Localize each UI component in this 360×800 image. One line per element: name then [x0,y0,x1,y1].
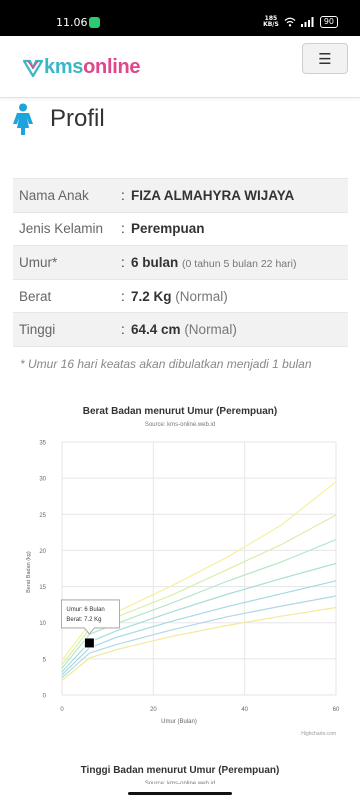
y-tick-label: 35 [39,441,46,447]
chart-credits: Highcharts.com [301,731,336,737]
table-row: Jenis Kelamin : Perempuan [13,211,348,246]
row-value: FIZA ALMAHYRA WIJAYA [131,178,348,213]
age-detail: (0 tahun 5 bulan 22 hari) [182,257,297,270]
row-separator: : [121,211,131,246]
row-value: 64.4 cm (Normal) [131,312,348,347]
row-separator: : [121,278,131,313]
row-separator: : [121,178,131,213]
menu-button[interactable]: ☰ [302,43,348,74]
hamburger-icon: ☰ [318,49,332,68]
x-axis-label: Umur (Bulan) [161,719,197,725]
logo-text-online: online [83,56,141,78]
x-tick-label: 60 [333,707,340,713]
y-axis-label: Berat Badan (kg) [26,551,32,593]
row-label: Jenis Kelamin [13,211,121,246]
battery-indicator: 90 [319,16,338,28]
chat-app-icon [89,17,100,28]
network-speed-unit: KB/S [263,21,279,28]
profile-heading: Profil [12,103,105,135]
wifi-icon [284,17,296,27]
row-separator: : [121,245,131,280]
row-label: Nama Anak [13,178,121,213]
weight-chart[interactable]: 0 5 10 15 20 25 30 35 0 20 40 60 Umur (Bulan) Berat B… [0,430,360,745]
x-tick-label: 20 [150,707,157,713]
height-status: (Normal) [184,322,237,338]
row-value: 7.2 Kg (Normal) [131,278,348,313]
status-bar: 11.06 185 KB/S 90 [0,0,360,36]
table-row: Berat : 7.2 Kg (Normal) [13,278,348,313]
y-tick-label: 20 [39,549,46,555]
y-tick-label: 0 [43,694,47,700]
height-chart-title: Tinggi Badan menurut Umur (Perempuan) [80,765,280,776]
logo-text-kms: kms [44,56,84,78]
table-row: Tinggi : 64.4 cm (Normal) [13,312,348,347]
row-value: 6 bulan (0 tahun 5 bulan 22 hari) [131,245,348,280]
age-value: 6 bulan [131,254,179,270]
height-value: 64.4 cm [131,322,181,338]
row-value: Perempuan [131,211,348,246]
y-tick-label: 5 [43,657,47,663]
row-label: Umur* [13,245,121,280]
weight-status: (Normal) [175,288,228,304]
table-row: Umur* : 6 bulan (0 tahun 5 bulan 22 hari… [13,245,348,280]
system-nav-bar [0,784,360,800]
table-row: Nama Anak : FIZA ALMAHYRA WIJAYA [13,178,348,213]
gesture-bar[interactable] [128,792,232,795]
row-separator: : [121,312,131,347]
growth-curve [61,481,337,661]
profile-table: Nama Anak : FIZA ALMAHYRA WIJAYA Jenis K… [13,178,348,347]
weight-value: 7.2 Kg [131,288,172,304]
weight-chart-title: Berat Badan menurut Umur (Perempuan) [82,406,278,417]
x-tick-label: 40 [241,707,248,713]
y-tick-label: 10 [39,621,46,627]
logo-icon [22,59,44,77]
weight-chart-subtitle: Source: kms-online.web.id [144,422,216,428]
gender-value: Perempuan [131,221,205,237]
tooltip-weight: Berat: 7.2 Kg [66,617,101,623]
status-indicators: 185 KB/S 90 [263,16,338,28]
page-title: Profil [50,105,105,132]
child-weight-point [83,637,95,649]
network-speed: 185 KB/S [263,16,279,28]
row-label: Tinggi [13,312,121,347]
signal-icon [300,17,314,27]
child-name: FIZA ALMAHYRA WIJAYA [131,187,295,203]
logo[interactable]: kms online [22,56,141,79]
y-tick-label: 25 [39,513,46,519]
female-child-icon [13,103,33,135]
age-footnote: * Umur 16 hari keatas akan dibulatkan me… [20,357,312,371]
tooltip-age: Umur: 6 Bulan [66,607,104,613]
app-header: kms online ☰ [0,36,360,98]
row-label: Berat [13,278,121,313]
y-tick-label: 30 [39,477,46,483]
x-tick-label: 0 [60,707,64,713]
y-tick-label: 15 [39,585,46,591]
status-time: 11.06 [56,16,88,29]
